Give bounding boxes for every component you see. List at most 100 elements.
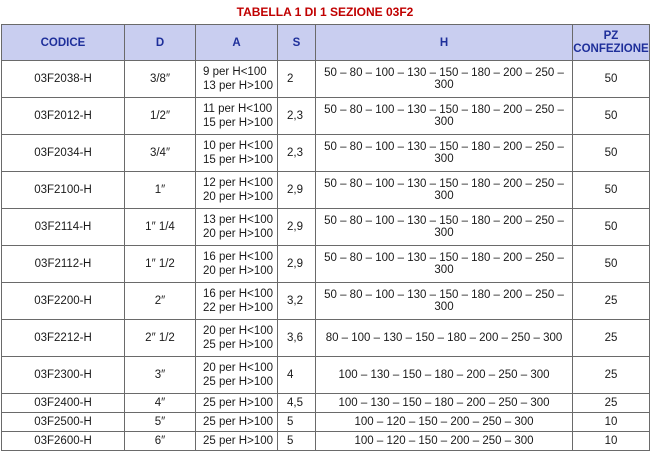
cell-d: 3″ <box>124 356 196 394</box>
cell-d: 6″ <box>124 431 196 451</box>
cell-d: 1/2″ <box>124 97 196 135</box>
cell-s: 2 <box>277 60 316 98</box>
cell-h: 100 – 130 – 150 – 180 – 200 – 250 – 300 <box>315 356 573 394</box>
cell-s: 2,9 <box>277 171 316 209</box>
table-row: 03F2300-H 3″ 20 per H<100 25 per H>100 4 100 … <box>1 356 650 394</box>
cell-a: 16 per H<100 22 per H>100 <box>195 282 278 320</box>
cell-a: 20 per H<100 25 per H>100 <box>195 356 278 394</box>
cell-s: 4 <box>277 356 316 394</box>
cell-pz: 25 <box>572 282 650 320</box>
cell-pz: 25 <box>572 319 650 357</box>
cell-a-line1: 20 per H<100 <box>203 362 274 374</box>
cell-a-line2: 22 per H>100 <box>203 302 274 314</box>
header-a: A <box>195 24 278 61</box>
cell-codice: 03F2112-H <box>1 245 125 283</box>
header-s: S <box>277 24 316 61</box>
cell-pz: 50 <box>572 171 650 209</box>
cell-a: 13 per H<100 20 per H>100 <box>195 208 278 246</box>
cell-h: 50 – 80 – 100 – 130 – 150 – 180 – 200 – … <box>315 282 573 320</box>
table-row: 03F2212-H 2″ 1/2 20 per H<100 25 per H>100 3… <box>1 319 650 357</box>
cell-a-line2: 20 per H>100 <box>203 191 274 203</box>
cell-pz: 10 <box>572 412 650 432</box>
cell-s: 5 <box>277 431 316 451</box>
cell-d: 1″ <box>124 171 196 209</box>
cell-codice: 03F2100-H <box>1 171 125 209</box>
cell-d: 4″ <box>124 393 196 413</box>
cell-h: 50 – 80 – 100 – 130 – 150 – 180 – 200 – … <box>315 134 573 172</box>
product-table: CODICE D A S H PZ CONFEZIONE 03F2038-H 3/… <box>1 24 650 451</box>
cell-s: 2,9 <box>277 245 316 283</box>
cell-codice: 03F2012-H <box>1 97 125 135</box>
cell-a-line1: 16 per H<100 <box>203 251 274 263</box>
cell-a: 25 per H>100 <box>195 431 278 451</box>
table-title: TABELLA 1 DI 1 SEZIONE 03F2 <box>236 5 414 19</box>
table-row: 03F2500-H 5″ 25 per H>100 5 100 – 120 – 150 … <box>1 412 650 432</box>
cell-h: 50 – 80 – 100 – 130 – 150 – 180 – 200 – … <box>315 171 573 209</box>
cell-a-line1: 10 per H<100 <box>203 140 274 152</box>
cell-h: 50 – 80 – 100 – 130 – 150 – 180 – 200 – … <box>315 245 573 283</box>
cell-s: 2,9 <box>277 208 316 246</box>
cell-s: 5 <box>277 412 316 432</box>
cell-a: 20 per H<100 25 per H>100 <box>195 319 278 357</box>
cell-s: 3,2 <box>277 282 316 320</box>
header-pz-line1: PZ <box>603 29 619 42</box>
cell-d: 3/4″ <box>124 134 196 172</box>
cell-pz: 50 <box>572 97 650 135</box>
cell-a-line2: 20 per H>100 <box>203 265 274 277</box>
cell-codice: 03F2300-H <box>1 356 125 394</box>
cell-a-line2: 25 per H>100 <box>203 376 274 388</box>
cell-pz: 50 <box>572 208 650 246</box>
cell-s: 3,6 <box>277 319 316 357</box>
cell-a-line1: 25 per H>100 <box>203 435 274 447</box>
header-h: H <box>315 24 573 61</box>
table-row: 03F2112-H 1″ 1/2 16 per H<100 20 per H>100 2… <box>1 245 650 283</box>
cell-codice: 03F2200-H <box>1 282 125 320</box>
cell-s: 4,5 <box>277 393 316 413</box>
cell-codice: 03F2038-H <box>1 60 125 98</box>
table-row: 03F2038-H 3/8″ 9 per H<100 13 per H>100 2 50 … <box>1 60 650 98</box>
cell-pz: 25 <box>572 356 650 394</box>
cell-a: 25 per H>100 <box>195 393 278 413</box>
table-row: 03F2400-H 4″ 25 per H>100 4,5 100 – 130 – 15… <box>1 393 650 413</box>
table-row: 03F2200-H 2″ 16 per H<100 22 per H>100 3,2 50… <box>1 282 650 320</box>
cell-a: 16 per H<100 20 per H>100 <box>195 245 278 283</box>
table-row: 03F2600-H 6″ 25 per H>100 5 100 – 120 – 150 … <box>1 431 650 451</box>
cell-h: 50 – 80 – 100 – 130 – 150 – 180 – 200 – … <box>315 60 573 98</box>
cell-a-line1: 11 per H<100 <box>203 103 273 115</box>
cell-a-line2: 25 per H>100 <box>203 339 274 351</box>
cell-d: 2″ 1/2 <box>124 319 196 357</box>
cell-codice: 03F2400-H <box>1 393 125 413</box>
header-pz-line2: CONFEZIONE <box>573 42 649 55</box>
table-row: 03F2012-H 1/2″ 11 per H<100 15 per H>100 2,3… <box>1 97 650 135</box>
header-codice: CODICE <box>1 24 125 61</box>
cell-h: 50 – 80 – 100 – 130 – 150 – 180 – 200 – … <box>315 97 573 135</box>
cell-a-line1: 12 per H<100 <box>203 177 274 189</box>
cell-pz: 50 <box>572 245 650 283</box>
cell-codice: 03F2500-H <box>1 412 125 432</box>
cell-a: 9 per H<100 13 per H>100 <box>195 60 278 98</box>
header-d: D <box>124 24 196 61</box>
cell-codice: 03F2034-H <box>1 134 125 172</box>
table-row: 03F2034-H 3/4″ 10 per H<100 15 per H>100 2,3… <box>1 134 650 172</box>
cell-h: 100 – 120 – 150 – 200 – 250 – 300 <box>315 412 573 432</box>
cell-pz: 10 <box>572 431 650 451</box>
cell-h: 100 – 120 – 150 – 200 – 250 – 300 <box>315 431 573 451</box>
cell-d: 5″ <box>124 412 196 432</box>
cell-a-line2: 13 per H>100 <box>203 80 274 92</box>
cell-codice: 03F2212-H <box>1 319 125 357</box>
header-row: CODICE D A S H PZ CONFEZIONE <box>1 24 650 61</box>
header-pz-confezione: PZ CONFEZIONE <box>572 24 650 61</box>
cell-h: 100 – 130 – 150 – 180 – 200 – 250 – 300 <box>315 393 573 413</box>
cell-a: 25 per H>100 <box>195 412 278 432</box>
cell-a: 12 per H<100 20 per H>100 <box>195 171 278 209</box>
cell-codice: 03F2114-H <box>1 208 125 246</box>
cell-a-line1: 20 per H<100 <box>203 325 274 337</box>
cell-pz: 50 <box>572 60 650 98</box>
cell-a-line1: 9 per H<100 <box>203 66 267 78</box>
cell-pz: 50 <box>572 134 650 172</box>
cell-d: 3/8″ <box>124 60 196 98</box>
cell-a-line1: 16 per H<100 <box>203 288 274 300</box>
cell-d: 1″ 1/2 <box>124 245 196 283</box>
cell-a-line2: 15 per H>100 <box>203 117 274 129</box>
cell-a-line2: 20 per H>100 <box>203 228 274 240</box>
